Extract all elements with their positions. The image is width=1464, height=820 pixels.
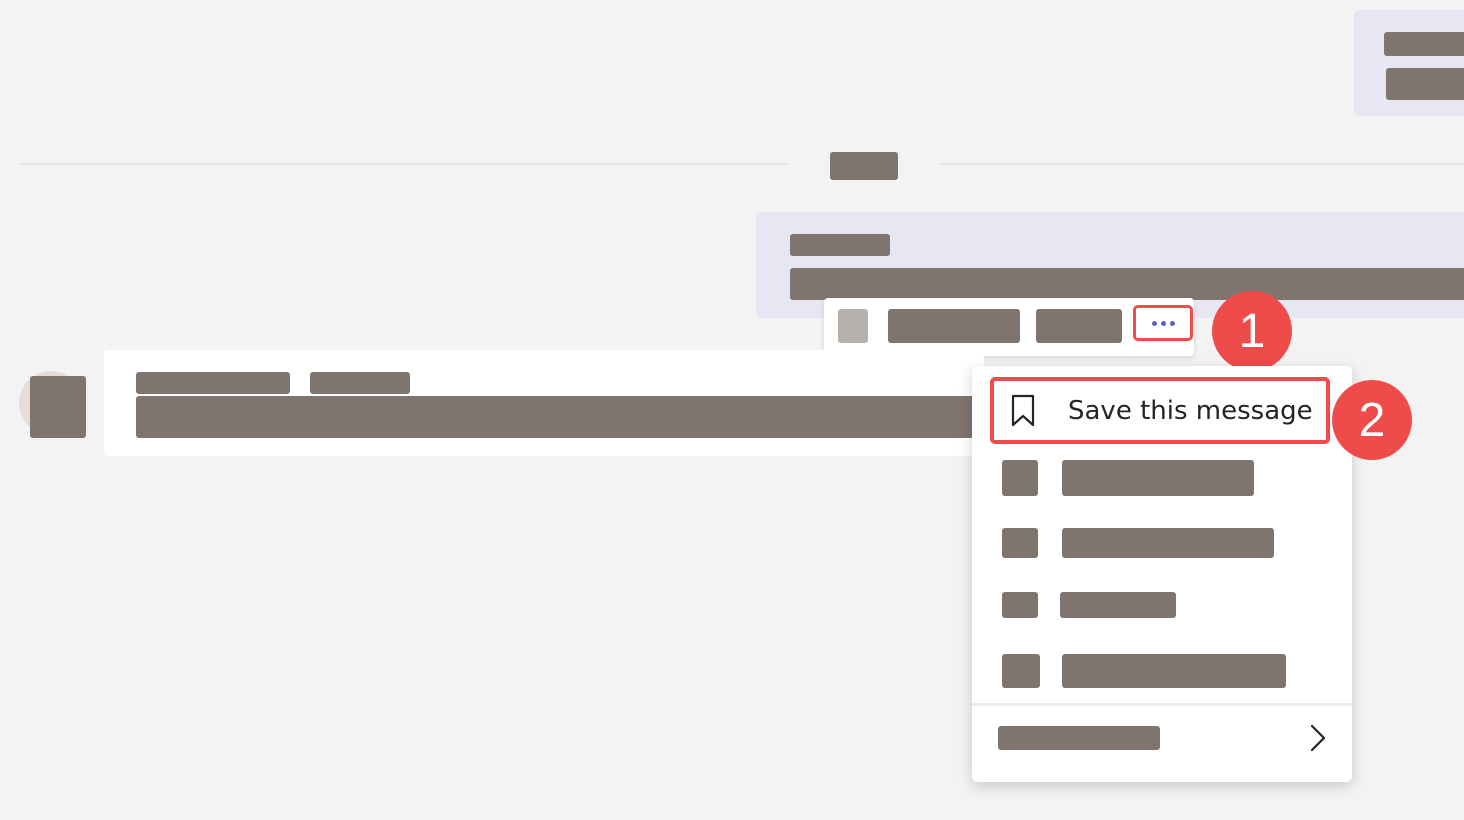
save-this-message-label: Save this message bbox=[1068, 395, 1313, 426]
redacted-reaction-icon[interactable] bbox=[838, 309, 868, 343]
date-divider-left bbox=[20, 163, 788, 165]
redacted-sender-name bbox=[136, 372, 290, 394]
save-this-message-item[interactable]: Save this message bbox=[990, 377, 1330, 444]
redacted-menu-icon bbox=[1002, 654, 1040, 688]
redacted-menu-item[interactable] bbox=[1062, 654, 1286, 688]
redacted-submenu-item[interactable] bbox=[998, 726, 1160, 750]
menu-separator bbox=[972, 703, 1352, 706]
redacted-reactions[interactable] bbox=[888, 309, 1020, 343]
redacted-menu-item[interactable] bbox=[1062, 460, 1254, 496]
redacted-timestamp bbox=[310, 372, 410, 394]
redacted-message-text bbox=[1386, 68, 1464, 100]
redacted-reactions[interactable] bbox=[1036, 309, 1122, 343]
more-dot bbox=[1169, 320, 1175, 326]
more-horizontal-icon bbox=[1151, 320, 1157, 326]
step-badge-2: 2 bbox=[1332, 380, 1412, 460]
chevron-right-icon[interactable] bbox=[1304, 722, 1330, 754]
redacted-menu-icon bbox=[1002, 592, 1038, 618]
redacted-menu-icon bbox=[1002, 460, 1038, 496]
date-divider-right bbox=[940, 163, 1464, 165]
redacted-message-text bbox=[136, 396, 974, 438]
redacted-message-text bbox=[790, 268, 1464, 300]
more-options-button[interactable] bbox=[1133, 305, 1193, 341]
redacted-date-label bbox=[830, 152, 898, 180]
redacted-avatar-image bbox=[30, 376, 86, 438]
step-badge-1: 1 bbox=[1212, 291, 1292, 371]
redacted-menu-item[interactable] bbox=[1062, 528, 1274, 558]
bookmark-icon bbox=[1011, 394, 1035, 426]
redacted-timestamp bbox=[790, 234, 890, 256]
redacted-menu-icon bbox=[1002, 528, 1038, 558]
redacted-sender-name bbox=[1384, 32, 1464, 56]
sent-message-bubble-top[interactable] bbox=[1354, 10, 1464, 116]
redacted-menu-item[interactable] bbox=[1060, 592, 1176, 618]
more-dot bbox=[1160, 320, 1166, 326]
